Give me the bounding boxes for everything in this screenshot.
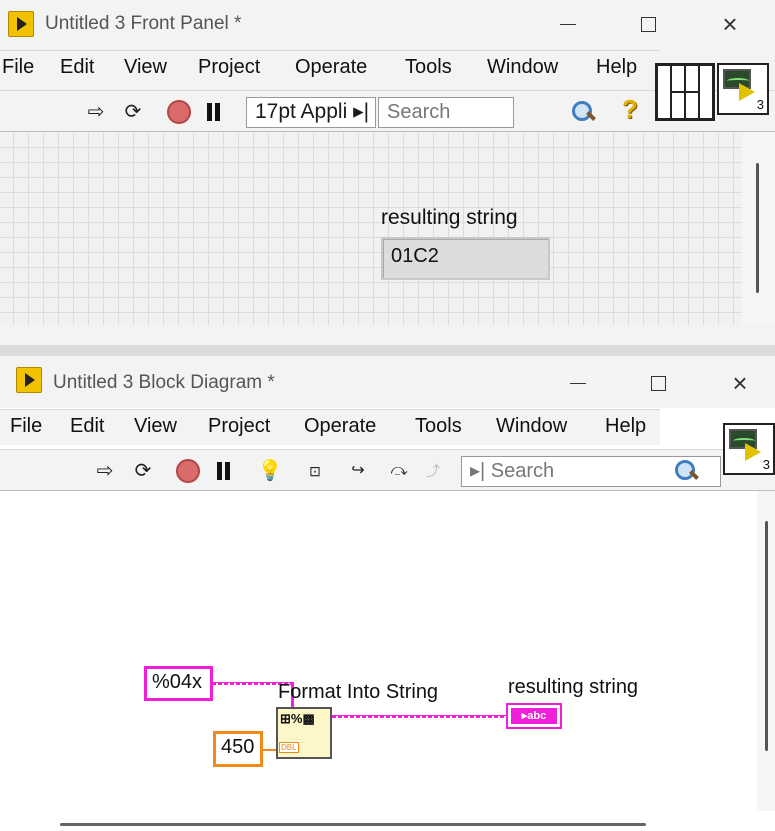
window-title: Untitled 3 Front Panel *	[45, 13, 242, 34]
menu-bar: File Edit View Project Operate Tools Win…	[0, 409, 660, 445]
vi-icon[interactable]: 3	[723, 423, 775, 475]
menu-operate[interactable]: Operate	[295, 56, 367, 79]
run-arrow-icon[interactable]: ⇨	[83, 99, 109, 125]
front-panel-titlebar[interactable]: Untitled 3 Front Panel * ×	[0, 0, 775, 48]
front-panel-window: Untitled 3 Front Panel * × File Edit Vie…	[0, 0, 775, 345]
step-out-icon[interactable]: ⤴	[420, 458, 446, 484]
string-indicator-terminal[interactable]: ▸abc	[506, 703, 562, 729]
maximize-button[interactable]	[638, 369, 678, 397]
menu-edit[interactable]: Edit	[70, 415, 104, 438]
retain-wire-values-icon[interactable]: ⊡	[302, 458, 328, 484]
block-diagram-vertical-scrollbar[interactable]	[757, 491, 775, 811]
pause-icon[interactable]	[205, 103, 221, 121]
indicator-terminal-label: resulting string	[508, 676, 639, 698]
step-over-icon[interactable]: ⤼	[386, 458, 412, 484]
connector-pane-icon[interactable]	[655, 63, 715, 121]
run-arrow-icon[interactable]: ⇨	[92, 458, 118, 484]
menu-edit[interactable]: Edit	[60, 56, 94, 79]
minimize-button[interactable]	[558, 369, 598, 397]
menu-help[interactable]: Help	[596, 56, 637, 79]
close-button[interactable]: ×	[710, 10, 750, 38]
close-button[interactable]: ×	[720, 369, 760, 397]
window-gap	[0, 345, 775, 356]
context-help-icon[interactable]: ?	[622, 94, 638, 125]
front-panel-canvas[interactable]: resulting string 01C2	[0, 133, 742, 325]
block-diagram-horizontal-scrollbar[interactable]	[60, 823, 646, 826]
format-into-string-node[interactable]: ⊞%▩ DBL	[276, 707, 332, 759]
search-input[interactable]: Search	[378, 97, 514, 128]
abort-execution-icon[interactable]	[176, 459, 200, 483]
run-continuously-icon[interactable]: ⟳	[120, 99, 146, 125]
block-diagram-toolbar: ⇨ ⟳ 💡 ⊡ ↪ ⤼ ⤴ ▸| Search	[0, 449, 775, 491]
labview-logo-icon	[8, 11, 34, 37]
string-indicator[interactable]: 01C2	[381, 237, 550, 280]
block-diagram-titlebar[interactable]: Untitled 3 Block Diagram * ×	[0, 356, 775, 408]
node-label: Format Into String	[278, 681, 439, 703]
indicator-label: resulting string	[381, 206, 518, 229]
menu-file[interactable]: File	[2, 56, 34, 79]
vi-icon[interactable]: 3	[717, 63, 769, 115]
block-diagram-canvas[interactable]: %04x 450 Format Into String ⊞%▩ DBL resu…	[0, 491, 757, 811]
run-continuously-icon[interactable]: ⟳	[130, 458, 156, 484]
abort-execution-icon[interactable]	[167, 100, 191, 124]
menu-tools[interactable]: Tools	[405, 56, 452, 79]
menu-bar: File Edit View Project Operate Tools Win…	[0, 50, 660, 86]
menu-view[interactable]: View	[134, 415, 177, 438]
step-into-icon[interactable]: ↪	[345, 458, 371, 484]
menu-help[interactable]: Help	[605, 415, 646, 438]
menu-file[interactable]: File	[10, 415, 42, 438]
pause-icon[interactable]	[215, 462, 231, 480]
menu-window[interactable]: Window	[487, 56, 558, 79]
result-string-wire[interactable]	[332, 715, 508, 718]
search-icon[interactable]	[572, 101, 594, 123]
menu-operate[interactable]: Operate	[304, 415, 376, 438]
menu-window[interactable]: Window	[496, 415, 567, 438]
front-panel-vertical-scrollbar[interactable]	[742, 133, 775, 325]
format-string-constant[interactable]: %04x	[144, 666, 213, 701]
minimize-button[interactable]	[548, 10, 588, 38]
menu-view[interactable]: View	[124, 56, 167, 79]
window-title: Untitled 3 Block Diagram *	[53, 372, 275, 393]
menu-project[interactable]: Project	[208, 415, 270, 438]
text-settings-dropdown[interactable]: 17pt Appli ▸|	[246, 97, 376, 128]
numeric-constant[interactable]: 450	[213, 731, 263, 767]
search-icon[interactable]	[675, 460, 697, 482]
maximize-button[interactable]	[628, 10, 668, 38]
menu-tools[interactable]: Tools	[415, 415, 462, 438]
labview-logo-icon	[16, 367, 42, 393]
menu-project[interactable]: Project	[198, 56, 260, 79]
block-diagram-window: Untitled 3 Block Diagram * × File Edit V…	[0, 356, 775, 831]
highlight-execution-icon[interactable]: 💡	[257, 458, 283, 484]
